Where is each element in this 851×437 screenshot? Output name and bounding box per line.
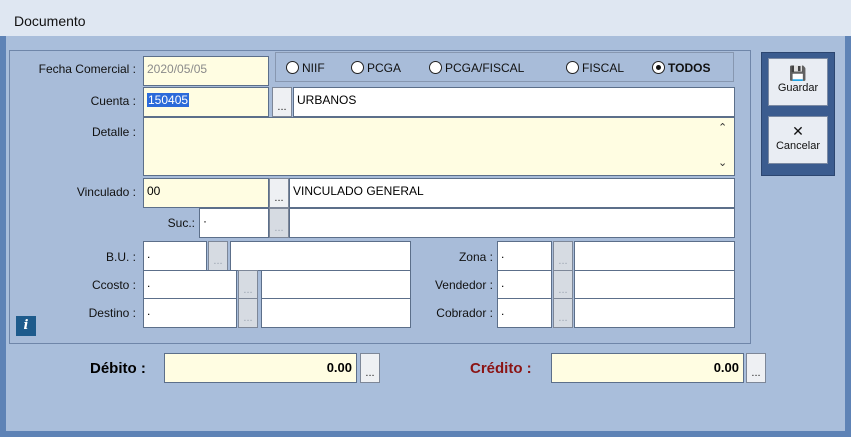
sucursal-description-field[interactable]: [289, 208, 735, 238]
scroll-up-icon[interactable]: ⌃: [718, 121, 727, 134]
bu-lookup-button[interactable]: ...: [208, 241, 228, 271]
vinculado-label: Vinculado :: [76, 185, 136, 199]
radio-todos[interactable]: TODOS: [652, 61, 710, 75]
cobrador-description-field[interactable]: [574, 298, 735, 328]
radio-fiscal-label: FISCAL: [582, 61, 625, 75]
ccosto-lookup-button[interactable]: ...: [238, 270, 258, 300]
credito-field[interactable]: 0.00: [551, 353, 744, 383]
vendedor-label: Vendedor :: [434, 278, 493, 292]
sucursal-lookup-button[interactable]: ...: [269, 208, 289, 238]
sucursal-label: Suc.:: [167, 216, 195, 230]
zona-description-field[interactable]: [574, 241, 735, 271]
bu-field[interactable]: .: [143, 241, 207, 271]
guardar-button[interactable]: 💾 Guardar: [768, 58, 828, 106]
cobrador-label: Cobrador :: [436, 306, 493, 320]
vinculado-lookup-button[interactable]: ...: [269, 178, 289, 208]
bu-label: B.U. :: [105, 250, 136, 264]
scroll-down-icon[interactable]: ⌄: [718, 156, 727, 169]
destino-description-field[interactable]: [261, 298, 411, 328]
sucursal-field[interactable]: ·: [199, 208, 269, 238]
credito-detail-button[interactable]: ...: [746, 353, 766, 383]
window-title: Documento: [14, 13, 86, 29]
document-window: Documento Fecha Comercial : 2020/05/05 N…: [0, 0, 851, 437]
bu-description-field[interactable]: [230, 241, 411, 271]
debito-detail-button[interactable]: ...: [360, 353, 380, 383]
destino-lookup-button[interactable]: ...: [238, 298, 258, 328]
radio-pcga-fiscal-label: PCGA/FISCAL: [445, 61, 525, 75]
fecha-comercial-label: Fecha Comercial :: [38, 62, 136, 76]
cuenta-field[interactable]: 150405: [143, 87, 269, 117]
radio-fiscal-circle[interactable]: [566, 61, 579, 74]
radio-pcga-circle[interactable]: [351, 61, 364, 74]
save-icon: 💾: [789, 65, 807, 81]
cuenta-description-field[interactable]: URBANOS: [293, 87, 735, 117]
ccosto-label: Ccosto :: [91, 278, 136, 292]
vendedor-lookup-button[interactable]: ...: [553, 270, 573, 300]
radio-pcga[interactable]: PCGA: [351, 61, 401, 75]
destino-label: Destino :: [88, 306, 136, 320]
cancelar-label: Cancelar: [775, 140, 821, 152]
radio-pcga-fiscal[interactable]: PCGA/FISCAL: [429, 61, 524, 75]
vendedor-description-field[interactable]: [574, 270, 735, 300]
cobrador-lookup-button[interactable]: ...: [553, 298, 573, 328]
zona-label: Zona :: [458, 250, 493, 264]
radio-niif[interactable]: NIIF: [286, 61, 325, 75]
cobrador-field[interactable]: .: [497, 298, 552, 328]
radio-todos-label: TODOS: [668, 61, 711, 75]
ccosto-field[interactable]: .: [143, 270, 237, 300]
vendedor-field[interactable]: .: [497, 270, 552, 300]
radio-pcga-label: PCGA: [367, 61, 402, 75]
guardar-label: Guardar: [777, 82, 819, 94]
radio-pcga-fiscal-circle[interactable]: [429, 61, 442, 74]
fecha-comercial-field[interactable]: 2020/05/05: [143, 56, 269, 86]
radio-todos-circle[interactable]: [652, 61, 665, 74]
zona-field[interactable]: .: [497, 241, 552, 271]
debito-label: Débito :: [90, 360, 146, 377]
detalle-textarea[interactable]: [143, 117, 735, 176]
cuenta-lookup-button[interactable]: ...: [272, 87, 292, 117]
radio-fiscal[interactable]: FISCAL: [566, 61, 624, 75]
zona-lookup-button[interactable]: ...: [553, 241, 573, 271]
cuenta-value: 150405: [147, 93, 190, 107]
debito-field[interactable]: 0.00: [164, 353, 357, 383]
cancelar-button[interactable]: ✕ Cancelar: [768, 116, 828, 164]
detalle-label: Detalle :: [91, 125, 136, 139]
destino-field[interactable]: .: [143, 298, 237, 328]
vinculado-description-field[interactable]: VINCULADO GENERAL: [289, 178, 735, 208]
detalle-scrollbar[interactable]: ⌃ ⌄: [713, 118, 734, 175]
title-bar: Documento: [0, 0, 851, 36]
ccosto-description-field[interactable]: [261, 270, 411, 300]
vinculado-field[interactable]: 00: [143, 178, 269, 208]
cancel-icon: ✕: [792, 123, 804, 139]
info-icon[interactable]: i: [16, 316, 36, 336]
radio-niif-label: NIIF: [302, 61, 325, 75]
radio-niif-circle[interactable]: [286, 61, 299, 74]
credito-label: Crédito :: [470, 360, 532, 377]
cuenta-label: Cuenta :: [90, 94, 136, 108]
